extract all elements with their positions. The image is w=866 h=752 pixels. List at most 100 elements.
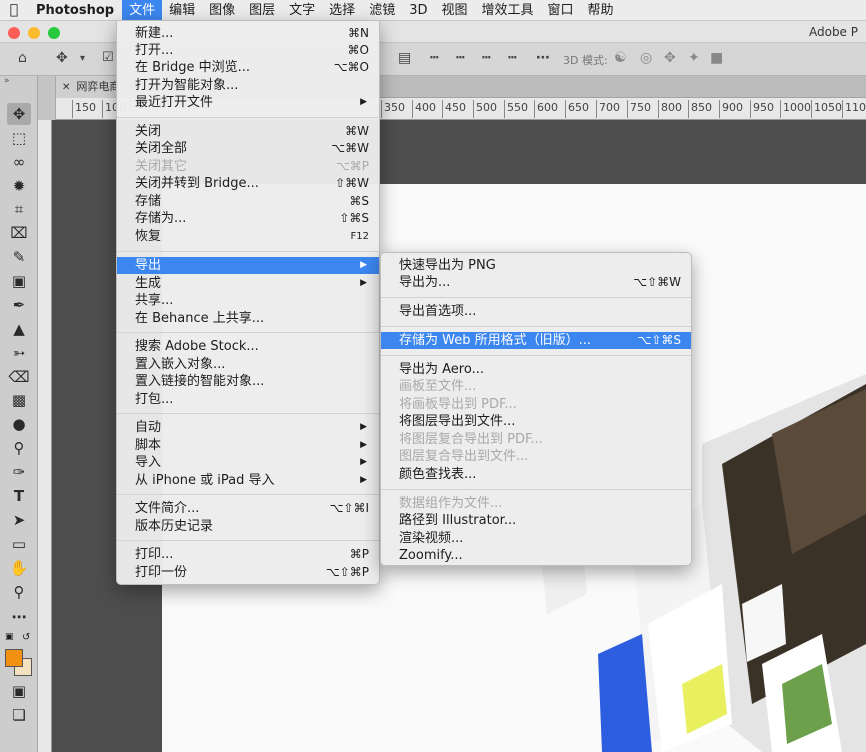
collapse-panel-icon[interactable]: » xyxy=(4,76,10,86)
more-options-icon[interactable]: ⋯ xyxy=(536,50,550,66)
menu-edit[interactable]: 编辑 xyxy=(162,0,202,21)
3d-slide-icon[interactable]: ✦ xyxy=(688,50,700,66)
3d-roll-icon[interactable]: ◎ xyxy=(640,50,652,66)
menu-item-scripts[interactable]: 脚本 ▶ xyxy=(117,437,379,454)
gradient-tool-icon[interactable]: ▩ xyxy=(7,389,31,411)
minimize-window-button[interactable] xyxy=(28,27,40,39)
eyedropper-tool-icon[interactable]: ✎ xyxy=(7,246,31,268)
menu-item-save-as[interactable]: 存储为... ⇧⌘S xyxy=(117,210,379,227)
menu-window[interactable]: 窗口 xyxy=(541,0,581,21)
menu-layer[interactable]: 图层 xyxy=(242,0,282,21)
3d-orbit-icon[interactable]: ☯ xyxy=(614,50,627,66)
menu-item-export[interactable]: 导出 ▶ xyxy=(117,257,379,274)
edit-toolbar-icon[interactable]: ⋯ xyxy=(7,606,31,628)
close-window-button[interactable] xyxy=(8,27,20,39)
blur-tool-icon[interactable]: ● xyxy=(7,413,31,435)
quick-mask-icon[interactable]: ▣ xyxy=(7,680,31,702)
menu-item-layers-to-files[interactable]: 将图层导出到文件... xyxy=(381,413,691,430)
menu-item-color-lookup-tables[interactable]: 颜色查找表... xyxy=(381,466,691,483)
menu-3d[interactable]: 3D xyxy=(402,0,434,21)
pen-tool-icon[interactable]: ✑ xyxy=(7,461,31,483)
path-selection-tool-icon[interactable]: ➤ xyxy=(7,509,31,531)
align-top-icon[interactable]: ┅ xyxy=(430,50,438,66)
rectangle-tool-icon[interactable]: ▭ xyxy=(7,533,31,555)
healing-brush-tool-icon[interactable]: ▣ xyxy=(7,270,31,292)
align-bottom-icon[interactable]: ┅ xyxy=(482,50,490,66)
menu-item-file-info[interactable]: 文件简介... ⌥⇧⌘I xyxy=(117,500,379,517)
quick-select-tool-icon[interactable]: ✹ xyxy=(7,175,31,197)
menu-item-browse-bridge[interactable]: 在 Bridge 中浏览... ⌥⌘O xyxy=(117,59,379,76)
menu-item-import-iphone[interactable]: 从 iPhone 或 iPad 导入 ▶ xyxy=(117,472,379,489)
align-left-icon[interactable]: ┅ xyxy=(508,50,516,66)
menu-item-close-go-bridge[interactable]: 关闭并转到 Bridge... ⇧⌘W xyxy=(117,175,379,192)
menu-item-generate[interactable]: 生成 ▶ xyxy=(117,275,379,292)
menu-plugins[interactable]: 增效工具 xyxy=(475,0,541,21)
menu-item-search-stock[interactable]: 搜索 Adobe Stock... xyxy=(117,338,379,355)
foreground-color-swatch[interactable] xyxy=(5,649,23,667)
menu-item-automate[interactable]: 自动 ▶ xyxy=(117,419,379,436)
menu-item-place-linked[interactable]: 置入链接的智能对象... xyxy=(117,373,379,390)
brush-tool-icon[interactable]: ✒ xyxy=(7,294,31,316)
menu-file[interactable]: 文件 xyxy=(122,0,163,21)
menu-item-import[interactable]: 导入 ▶ xyxy=(117,454,379,471)
crop-tool-icon[interactable]: ⌗ xyxy=(7,198,31,220)
stamp-tool-icon[interactable]: ▲ xyxy=(7,318,31,340)
menu-item-zoomify[interactable]: Zoomify... xyxy=(381,547,691,564)
menu-item-quick-export-png[interactable]: 快速导出为 PNG xyxy=(381,257,691,274)
3d-scale-icon[interactable]: ■ xyxy=(710,50,723,66)
menu-item-package[interactable]: 打包... xyxy=(117,391,379,408)
menu-item-print[interactable]: 打印... ⌘P xyxy=(117,546,379,563)
dodge-tool-icon[interactable]: ⚲ xyxy=(7,437,31,459)
menu-item-close-all[interactable]: 关闭全部 ⌥⌘W xyxy=(117,140,379,157)
menu-select[interactable]: 选择 xyxy=(322,0,362,21)
menu-item-save-for-web[interactable]: 存储为 Web 所用格式（旧版）... ⌥⇧⌘S xyxy=(381,332,691,349)
menu-item-render-video[interactable]: 渲染视频... xyxy=(381,530,691,547)
menu-type[interactable]: 文字 xyxy=(282,0,322,21)
menu-item-new[interactable]: 新建... ⌘N xyxy=(117,25,379,42)
menu-item-share-behance[interactable]: 在 Behance 上共享... xyxy=(117,310,379,327)
move-tool-preset-icon[interactable]: ✥ xyxy=(56,50,68,66)
menu-item-share[interactable]: 共享... xyxy=(117,292,379,309)
menu-item-open[interactable]: 打开... ⌘O xyxy=(117,42,379,59)
menu-item-paths-to-illustrator[interactable]: 路径到 Illustrator... xyxy=(381,512,691,529)
menu-item-open-smart-object[interactable]: 打开为智能对象... xyxy=(117,77,379,94)
chevron-down-icon[interactable]: ▾ xyxy=(80,53,85,64)
frame-tool-icon[interactable]: ⌧ xyxy=(7,222,31,244)
menu-view[interactable]: 视图 xyxy=(434,0,474,21)
menubar-app-name[interactable]: Photoshop xyxy=(28,0,122,21)
marquee-tool-icon[interactable]: ⬚ xyxy=(7,127,31,149)
menu-item-export-as[interactable]: 导出为... ⌥⇧⌘W xyxy=(381,274,691,291)
menu-item-print-one-copy[interactable]: 打印一份 ⌥⇧⌘P xyxy=(117,564,379,581)
swap-colors-icon[interactable]: ↺ xyxy=(22,632,30,643)
hand-tool-icon[interactable]: ✋ xyxy=(7,557,31,579)
auto-select-checkbox[interactable]: ☑ xyxy=(102,50,114,65)
lasso-tool-icon[interactable]: ∞ xyxy=(7,151,31,173)
menu-item-close[interactable]: 关闭 ⌘W xyxy=(117,123,379,140)
menu-item-save[interactable]: 存储 ⌘S xyxy=(117,193,379,210)
menu-image[interactable]: 图像 xyxy=(202,0,242,21)
home-icon[interactable]: ⌂ xyxy=(18,50,27,66)
screen-mode-icon[interactable]: ❏ xyxy=(7,704,31,726)
menu-item-place-embedded[interactable]: 置入嵌入对象... xyxy=(117,356,379,373)
menu-item-export-aero[interactable]: 导出为 Aero... xyxy=(381,361,691,378)
document-tab[interactable]: ✕ 网弈电商ba xyxy=(56,76,118,98)
menu-item-open-recent[interactable]: 最近打开文件 ▶ xyxy=(117,94,379,111)
menu-item-export-preferences[interactable]: 导出首选项... xyxy=(381,303,691,320)
menu-item-revert[interactable]: 恢复 F12 xyxy=(117,228,379,245)
close-tab-icon[interactable]: ✕ xyxy=(62,82,70,93)
type-tool-icon[interactable]: T xyxy=(7,485,31,507)
ruler-tick: 850 xyxy=(688,100,712,118)
zoom-tool-icon[interactable]: ⚲ xyxy=(7,581,31,603)
menu-filter[interactable]: 滤镜 xyxy=(362,0,402,21)
3d-pan-icon[interactable]: ✥ xyxy=(664,50,676,66)
move-tool-icon[interactable]: ✥ xyxy=(7,103,31,125)
default-colors-icon[interactable]: ▣ xyxy=(5,632,14,642)
apple-icon[interactable]:  xyxy=(0,2,28,18)
history-brush-tool-icon[interactable]: ➳ xyxy=(7,342,31,364)
zoom-window-button[interactable] xyxy=(48,27,60,39)
align-middle-icon[interactable]: ┅ xyxy=(456,50,464,66)
menu-help[interactable]: 帮助 xyxy=(581,0,621,21)
align-distribute-icon[interactable]: ▤ xyxy=(398,50,411,66)
menu-item-version-history[interactable]: 版本历史记录 xyxy=(117,518,379,535)
eraser-tool-icon[interactable]: ⌫ xyxy=(7,366,31,388)
